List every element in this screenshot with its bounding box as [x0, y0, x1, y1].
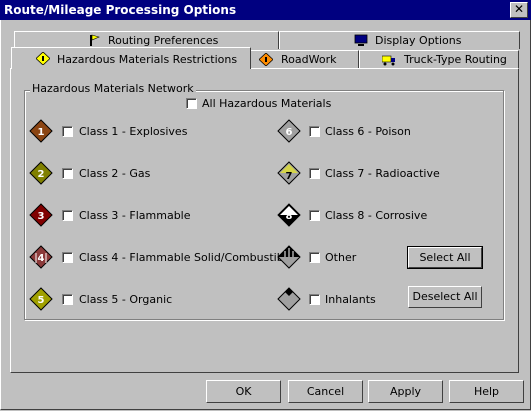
- tab-label: Hazardous Materials Restrictions: [57, 53, 238, 66]
- select-all-button[interactable]: Select All: [407, 246, 483, 269]
- class-7-checkbox[interactable]: [309, 168, 320, 179]
- class-6-poison-icon: 6: [277, 119, 301, 143]
- class-3-checkbox[interactable]: [62, 210, 73, 221]
- svg-text:8: 8: [286, 211, 293, 222]
- cancel-button[interactable]: Cancel: [288, 380, 363, 403]
- class-4-checkbox[interactable]: [62, 252, 73, 263]
- pushpin-flag-icon: [90, 34, 100, 46]
- deselect-all-button[interactable]: Deselect All: [408, 286, 482, 308]
- class-4-flammable-solid-icon: 4: [29, 245, 53, 269]
- all-hazmat-label: All Hazardous Materials: [202, 97, 332, 110]
- svg-text:7: 7: [286, 171, 293, 182]
- tab-roadwork[interactable]: RoadWork: [249, 50, 359, 68]
- class-8-checkbox[interactable]: [309, 210, 320, 221]
- svg-text:1: 1: [38, 127, 45, 138]
- tab-display-options[interactable]: Display Options: [279, 31, 520, 49]
- svg-text:3: 3: [38, 211, 45, 222]
- close-icon[interactable]: ✕: [510, 2, 528, 18]
- monitor-icon: [354, 34, 368, 46]
- class-8-label: Class 8 - Corrosive: [325, 209, 428, 222]
- inhalants-label: Inhalants: [325, 293, 376, 306]
- class-1-checkbox[interactable]: [62, 126, 73, 137]
- help-button[interactable]: Help: [449, 380, 524, 403]
- class-5-checkbox[interactable]: [62, 294, 73, 305]
- tab-label: Display Options: [375, 34, 462, 47]
- class-1-label: Class 1 - Explosives: [79, 125, 188, 138]
- title-bar[interactable]: Route/Mileage Processing Options ✕: [0, 0, 531, 20]
- roadwork-sign-icon: [259, 53, 273, 66]
- tab-truck-type-routing[interactable]: Truck-Type Routing: [359, 50, 519, 68]
- class-8-corrosive-icon: 8: [277, 203, 301, 227]
- tab-label: RoadWork: [281, 53, 337, 66]
- other-label: Other: [325, 251, 357, 264]
- svg-text:2: 2: [38, 169, 45, 180]
- class-4-label: Class 4 - Flammable Solid/Combustible: [79, 251, 294, 264]
- apply-button[interactable]: Apply: [368, 380, 443, 403]
- class-5-organic-icon: 5: [29, 287, 53, 311]
- tab-label: Truck-Type Routing: [404, 53, 507, 66]
- hazmat-diamond-icon: [36, 52, 50, 65]
- class-2-label: Class 2 - Gas: [79, 167, 151, 180]
- class-5-label: Class 5 - Organic: [79, 293, 173, 306]
- inhalants-checkbox[interactable]: [309, 294, 320, 305]
- class-6-checkbox[interactable]: [309, 126, 320, 137]
- ok-button[interactable]: OK: [206, 380, 281, 403]
- svg-text:4: 4: [38, 253, 45, 264]
- window-title: Route/Mileage Processing Options: [4, 3, 237, 17]
- group-title: Hazardous Materials Network: [30, 82, 196, 95]
- truck-icon: [382, 55, 395, 66]
- class-1-explosives-icon: 1: [29, 119, 53, 143]
- svg-text:6: 6: [286, 127, 293, 138]
- class-2-gas-icon: 2: [29, 161, 53, 185]
- class-3-label: Class 3 - Flammable: [79, 209, 191, 222]
- class-3-flammable-icon: 3: [29, 203, 53, 227]
- class-7-radioactive-icon: 7: [277, 161, 301, 185]
- other-checkbox[interactable]: [309, 252, 320, 263]
- tab-hazardous-materials-restrictions[interactable]: Hazardous Materials Restrictions: [11, 47, 251, 69]
- all-hazmat-checkbox[interactable]: [186, 98, 197, 109]
- svg-text:5: 5: [38, 295, 45, 306]
- class-7-label: Class 7 - Radioactive: [325, 167, 440, 180]
- class-6-label: Class 6 - Poison: [325, 125, 411, 138]
- inhalants-icon: [277, 287, 301, 311]
- class-2-checkbox[interactable]: [62, 168, 73, 179]
- other-hazard-icon: [277, 245, 301, 269]
